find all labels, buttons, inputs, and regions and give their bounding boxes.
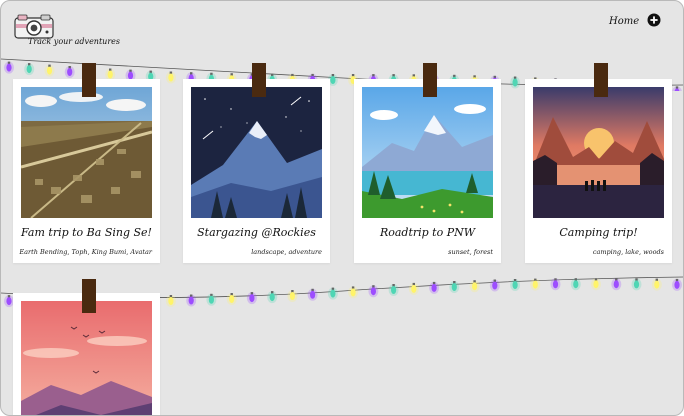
light-bulb (431, 283, 437, 292)
light-bulb (289, 292, 295, 300)
light-bulb (330, 76, 336, 84)
light-bulb (168, 297, 174, 305)
card-photo (191, 87, 322, 218)
card-clip (82, 279, 96, 313)
app-window: Track your adventures Home Fam trip to B… (0, 0, 684, 416)
nav-home-link[interactable]: Home (609, 16, 639, 27)
light-bulb (613, 280, 619, 289)
light-bulb (532, 280, 538, 289)
light-bulb (269, 293, 275, 302)
light-bulb (107, 70, 113, 79)
card-title: Camping trip! (559, 226, 638, 239)
card-photo (533, 87, 664, 218)
card-title: Roadtrip to PNW (379, 226, 476, 239)
light-bulb (46, 66, 53, 75)
light-bulb (411, 284, 417, 293)
card-tags: Earth Bending, Toph, King Bumi, Avatar (19, 248, 152, 256)
adventure-card[interactable]: Fam trip to Ba Sing Se! Earth Bending, T… (13, 79, 160, 263)
card-title: Fam trip to Ba Sing Se! (21, 226, 152, 239)
light-bulb (310, 290, 316, 299)
card-photo (21, 87, 152, 218)
light-bulb (330, 289, 336, 298)
light-bulb (26, 65, 32, 74)
light-bulb (492, 281, 498, 290)
camera-icon[interactable] (13, 13, 55, 39)
light-bulb (6, 63, 12, 72)
light-bulb (451, 283, 457, 291)
card-clip (82, 63, 96, 97)
light-bulb (188, 296, 194, 305)
light-bulb (229, 295, 235, 303)
card-tags: sunset, forest (448, 248, 493, 256)
card-title: Stargazing @Rockies (197, 226, 316, 239)
light-bulb (350, 288, 356, 297)
light-bulb (208, 295, 214, 304)
light-bulb (633, 280, 640, 289)
card-photo (362, 87, 493, 218)
adventure-card[interactable]: Stargazing @Rockies landscape, adventure (183, 79, 330, 263)
light-bulb (512, 281, 518, 289)
light-bulb (674, 280, 680, 289)
card-tags: camping, lake, woods (592, 248, 664, 256)
light-bulb (168, 73, 174, 82)
light-bulb (573, 280, 579, 289)
light-bulb (6, 297, 12, 306)
light-bulb (249, 294, 255, 303)
card-clip (252, 63, 266, 97)
card-photo (21, 301, 152, 415)
light-bulb (654, 280, 660, 289)
card-tags: landscape, adventure (251, 248, 322, 256)
adventure-card[interactable]: Camping trip! camping, lake, woods (525, 79, 672, 263)
light-bulb (552, 280, 559, 289)
card-clip (423, 63, 437, 97)
light-bulb (593, 280, 599, 289)
light-bulb (472, 282, 478, 291)
plus-circle-icon[interactable] (647, 13, 661, 27)
card-clip (594, 63, 608, 97)
light-bulb (67, 68, 73, 76)
light-bulb (370, 287, 376, 296)
adventure-card[interactable]: Roadtrip to PNW sunset, forest (354, 79, 501, 263)
light-bulb (391, 286, 397, 294)
light-bulb (512, 78, 518, 87)
tagline: Track your adventures (28, 37, 120, 46)
